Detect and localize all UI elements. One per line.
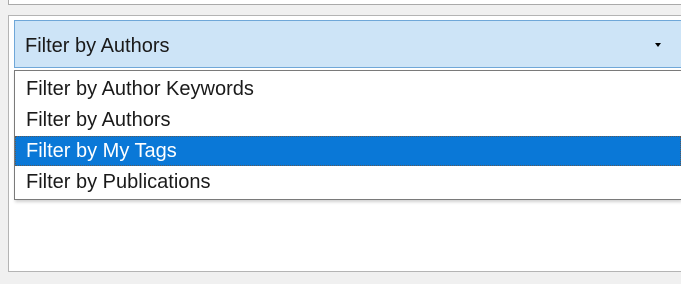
filter-type-dropdown-list[interactable]: Filter by Author Keywords Filter by Auth…	[14, 70, 681, 200]
dropdown-arrow-icon[interactable]	[655, 43, 661, 47]
option-filter-by-authors[interactable]: Filter by Authors	[15, 105, 681, 135]
upper-panel-edge	[8, 0, 681, 5]
option-label: Filter by Publications	[26, 171, 211, 193]
filter-type-combobox[interactable]: Filter by Authors	[14, 20, 681, 68]
option-label: Filter by Author Keywords	[26, 78, 254, 100]
option-label: Filter by Authors	[26, 109, 171, 131]
filter-type-selected-value: Filter by Authors	[25, 35, 170, 57]
option-filter-by-publications[interactable]: Filter by Publications	[15, 167, 681, 197]
option-filter-by-my-tags[interactable]: Filter by My Tags	[15, 136, 681, 166]
option-filter-by-author-keywords[interactable]: Filter by Author Keywords	[15, 74, 681, 104]
option-label: Filter by My Tags	[26, 140, 177, 162]
